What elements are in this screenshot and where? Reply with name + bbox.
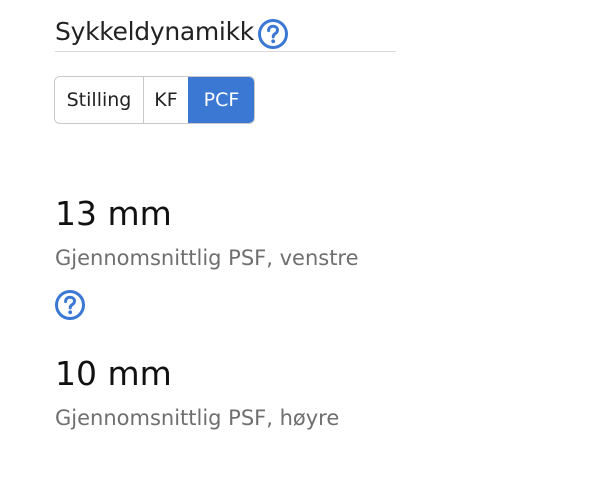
section-title: Sykkeldynamikk bbox=[55, 17, 254, 46]
metric-label-left: Gjennomsnittlig PSF, venstre bbox=[55, 246, 359, 270]
metric-value-right: 10 mm bbox=[55, 354, 172, 393]
question-circle-icon[interactable] bbox=[257, 18, 289, 50]
view-segmented-control: Stilling KF PCF bbox=[54, 76, 255, 124]
metric-value-left: 13 mm bbox=[55, 194, 172, 233]
tab-stilling[interactable]: Stilling bbox=[55, 77, 143, 123]
tab-pcf[interactable]: PCF bbox=[188, 77, 254, 123]
question-circle-icon[interactable] bbox=[54, 289, 86, 321]
section-header: Sykkeldynamikk bbox=[55, 14, 396, 52]
metric-label-right: Gjennomsnittlig PSF, høyre bbox=[55, 406, 340, 430]
tab-kf[interactable]: KF bbox=[143, 77, 188, 123]
